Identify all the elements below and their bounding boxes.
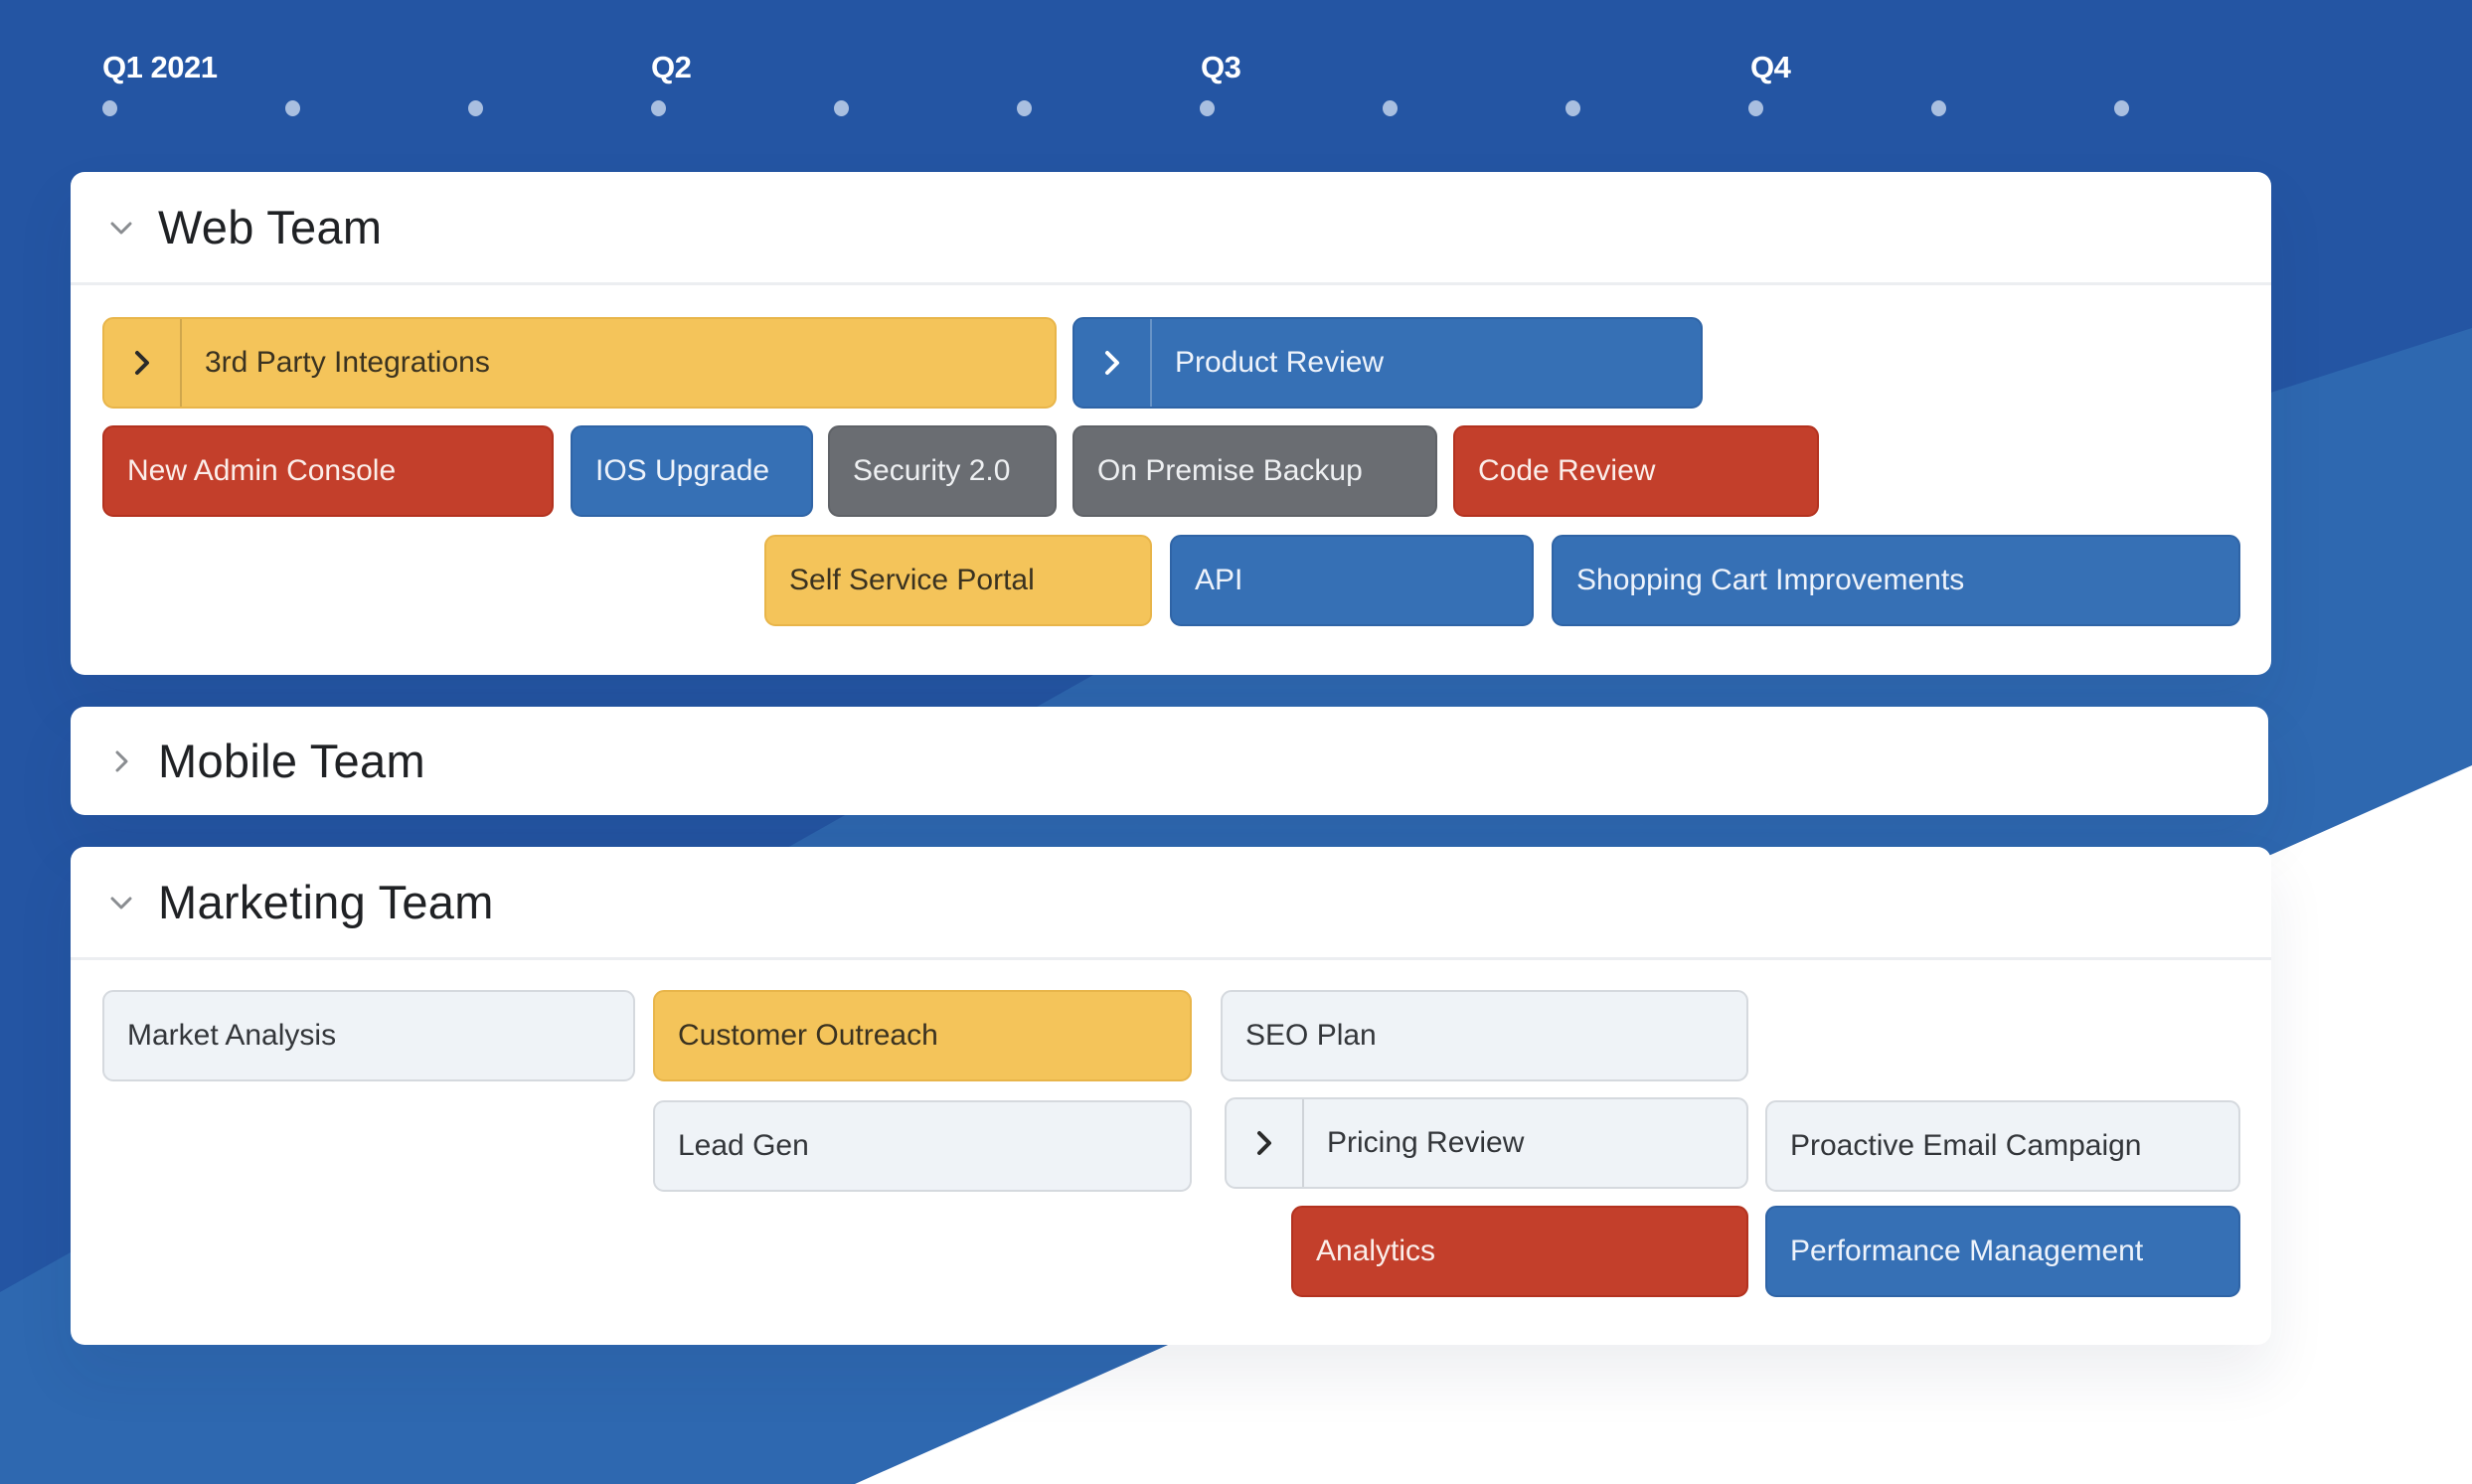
team-title: Mobile Team	[158, 735, 425, 787]
timeline-header: Q1 2021 Q2 Q3 Q4	[0, 0, 2472, 159]
item-label: Customer Outreach	[678, 1019, 938, 1052]
team-header-web[interactable]: Web Team	[71, 172, 2271, 285]
item-label: Lead Gen	[678, 1129, 809, 1162]
roadmap-item-shopping-cart-improvements[interactable]: Shopping Cart Improvements	[1552, 535, 2240, 626]
chevron-right-icon	[1105, 351, 1119, 375]
roadmap-item-analytics[interactable]: Analytics	[1291, 1206, 1748, 1297]
item-label: SEO Plan	[1245, 1019, 1377, 1052]
item-label: New Admin Console	[127, 454, 397, 487]
month-tick	[1931, 100, 1946, 116]
expand-button[interactable]	[1227, 1099, 1304, 1187]
item-label: IOS Upgrade	[595, 454, 770, 487]
item-label: On Premise Backup	[1097, 454, 1363, 487]
quarter-label-q4: Q4	[1750, 50, 1791, 84]
quarter-label-q2: Q2	[651, 50, 692, 84]
expand-button[interactable]	[1074, 319, 1152, 407]
chevron-right-icon	[135, 351, 149, 375]
roadmap-item-ios-upgrade[interactable]: IOS Upgrade	[571, 425, 813, 517]
item-label: Pricing Review	[1327, 1126, 1525, 1159]
team-header-mobile[interactable]: Mobile Team	[71, 707, 2268, 815]
roadmap-item-code-review[interactable]: Code Review	[1453, 425, 1819, 517]
month-tick	[1017, 100, 1032, 116]
chevron-down-icon[interactable]	[106, 888, 136, 917]
item-label: Security 2.0	[853, 454, 1011, 487]
roadmap-item-self-service-portal[interactable]: Self Service Portal	[764, 535, 1152, 626]
roadmap-item-on-premise-backup[interactable]: On Premise Backup	[1072, 425, 1437, 517]
roadmap-item-performance-management[interactable]: Performance Management	[1765, 1206, 2240, 1297]
month-tick	[2114, 100, 2129, 116]
team-card-mobile: Mobile Team	[71, 707, 2268, 815]
quarter-label-q1: Q1 2021	[102, 50, 218, 84]
roadmap-item-pricing-review[interactable]: Pricing Review	[1225, 1097, 1748, 1189]
roadmap-item-product-review[interactable]: Product Review	[1072, 317, 1703, 409]
roadmap-item-market-analysis[interactable]: Market Analysis	[102, 990, 635, 1081]
roadmap-item-seo-plan[interactable]: SEO Plan	[1221, 990, 1748, 1081]
quarter-label-q3: Q3	[1201, 50, 1241, 84]
expand-button[interactable]	[104, 319, 182, 407]
item-label: Analytics	[1316, 1235, 1436, 1267]
roadmap-item-customer-outreach[interactable]: Customer Outreach	[653, 990, 1192, 1081]
team-title: Marketing Team	[158, 876, 494, 928]
month-tick	[651, 100, 666, 116]
roadmap-item-new-admin-console[interactable]: New Admin Console	[102, 425, 554, 517]
item-label: Performance Management	[1790, 1235, 2144, 1267]
chevron-down-icon[interactable]	[106, 213, 136, 243]
item-label: Proactive Email Campaign	[1790, 1129, 2142, 1162]
roadmap-item-security-2[interactable]: Security 2.0	[828, 425, 1057, 517]
month-tick	[1383, 100, 1398, 116]
month-tick	[285, 100, 300, 116]
item-label: Shopping Cart Improvements	[1576, 564, 1965, 596]
chevron-right-icon	[1257, 1131, 1271, 1155]
roadmap-item-lead-gen[interactable]: Lead Gen	[653, 1100, 1192, 1192]
item-label: Market Analysis	[127, 1019, 337, 1052]
item-label: 3rd Party Integrations	[205, 346, 490, 379]
roadmap-item-api[interactable]: API	[1170, 535, 1534, 626]
month-tick	[834, 100, 849, 116]
item-label: Product Review	[1175, 346, 1385, 379]
chevron-right-icon[interactable]	[106, 746, 136, 776]
month-tick	[1748, 100, 1763, 116]
roadmap-item-proactive-email-campaign[interactable]: Proactive Email Campaign	[1765, 1100, 2240, 1192]
month-tick	[468, 100, 483, 116]
item-label: Code Review	[1478, 454, 1656, 487]
item-label: API	[1195, 564, 1243, 596]
team-header-marketing[interactable]: Marketing Team	[71, 847, 2271, 960]
month-tick	[102, 100, 117, 116]
item-label: Self Service Portal	[789, 564, 1035, 596]
roadmap-item-3rd-party-integrations[interactable]: 3rd Party Integrations	[102, 317, 1057, 409]
month-tick	[1566, 100, 1580, 116]
month-tick	[1200, 100, 1215, 116]
team-title: Web Team	[158, 201, 383, 253]
